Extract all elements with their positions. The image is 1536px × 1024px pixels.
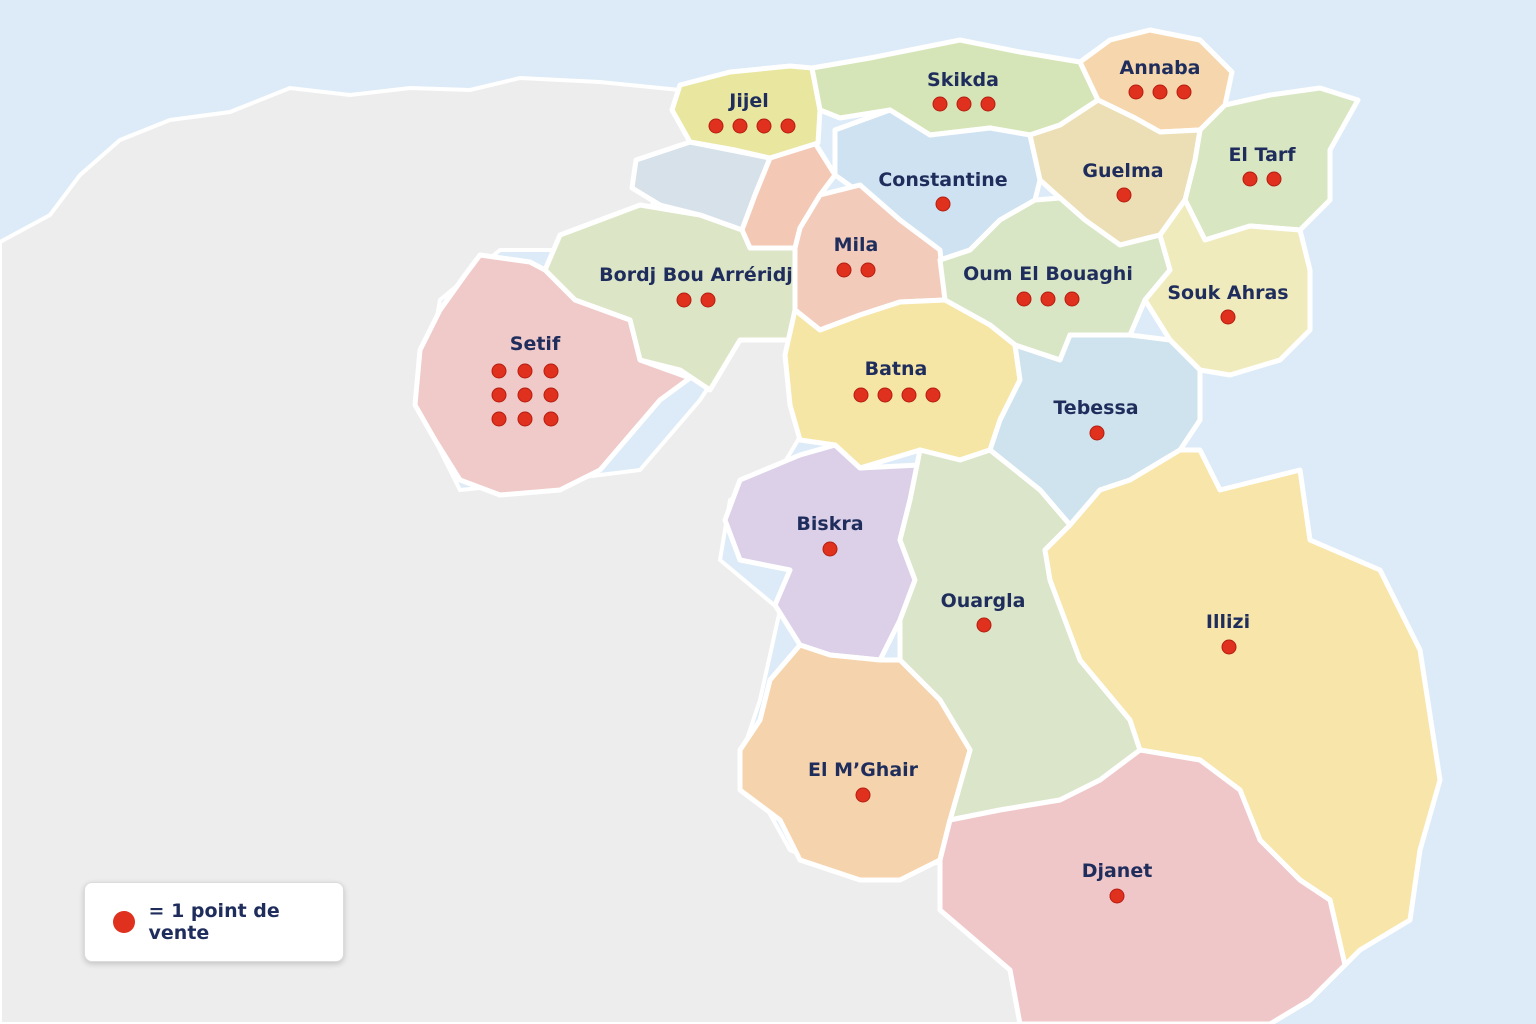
sales-point-dot-jijel-3 (756, 118, 772, 134)
label-batna: Batna (865, 358, 928, 380)
sales-point-dot-souk-ahras-1 (1220, 309, 1236, 325)
sales-point-dot-skikda-1 (932, 96, 948, 112)
sales-point-dot-oum-el-bouaghi-2 (1040, 291, 1056, 307)
label-ouargla: Ouargla (941, 590, 1026, 612)
sales-point-dot-batna-1 (853, 387, 869, 403)
sales-point-dot-setif-5 (517, 387, 533, 403)
sales-point-dot-skikda-2 (956, 96, 972, 112)
label-illizi: Illizi (1206, 611, 1250, 633)
sales-point-dot-setif-6 (543, 387, 559, 403)
label-constantine: Constantine (878, 169, 1007, 191)
sales-point-dot-el-tarf-1 (1242, 171, 1258, 187)
label-setif: Setif (510, 333, 561, 355)
legend-dot-icon (113, 911, 135, 933)
label-el-mghair: El M’Ghair (808, 759, 919, 781)
sales-point-dot-setif-8 (517, 411, 533, 427)
sales-point-dot-jijel-1 (708, 118, 724, 134)
sales-point-dot-oum-el-bouaghi-3 (1064, 291, 1080, 307)
label-guelma: Guelma (1082, 160, 1163, 182)
label-skikda: Skikda (927, 69, 999, 91)
sales-point-dot-bordj-bou-arreridj-1 (676, 292, 692, 308)
label-biskra: Biskra (796, 513, 863, 535)
sales-point-dot-setif-4 (491, 387, 507, 403)
sales-point-dot-annaba-2 (1152, 84, 1168, 100)
sales-point-dot-jijel-2 (732, 118, 748, 134)
sales-point-dot-constantine-1 (935, 196, 951, 212)
sales-point-dot-setif-2 (517, 363, 533, 379)
sales-point-dot-batna-4 (925, 387, 941, 403)
sales-point-dot-el-tarf-2 (1266, 171, 1282, 187)
legend: = 1 point de vente (84, 882, 344, 962)
sales-point-dot-setif-3 (543, 363, 559, 379)
region-jijel[interactable] (669, 63, 823, 161)
label-tebessa: Tebessa (1053, 397, 1138, 419)
sales-point-dot-setif-7 (491, 411, 507, 427)
label-djanet: Djanet (1082, 860, 1153, 882)
sales-point-dot-setif-9 (543, 411, 559, 427)
sales-point-dot-ouargla-1 (976, 617, 992, 633)
label-annaba: Annaba (1119, 57, 1200, 79)
sales-point-dot-illizi-1 (1221, 639, 1237, 655)
sales-point-dot-batna-2 (877, 387, 893, 403)
label-souk-ahras: Souk Ahras (1167, 282, 1288, 304)
sales-point-dot-skikda-3 (980, 96, 996, 112)
legend-text: = 1 point de vente (148, 900, 280, 944)
label-oum-el-bouaghi: Oum El Bouaghi (963, 263, 1133, 285)
sales-point-dot-mila-1 (836, 262, 852, 278)
map: Jijel Skikda Annaba El Tarf Constantine … (0, 0, 1536, 1024)
sales-point-dot-tebessa-1 (1089, 425, 1105, 441)
sales-point-dot-el-mghair-1 (855, 787, 871, 803)
sales-point-dot-oum-el-bouaghi-1 (1016, 291, 1032, 307)
label-el-tarf: El Tarf (1228, 144, 1296, 166)
sales-point-dot-guelma-1 (1116, 187, 1132, 203)
sales-point-dot-mila-2 (860, 262, 876, 278)
sales-point-dot-biskra-1 (822, 541, 838, 557)
sales-point-dot-jijel-4 (780, 118, 796, 134)
sales-point-dot-annaba-3 (1176, 84, 1192, 100)
sales-point-dot-annaba-1 (1128, 84, 1144, 100)
sales-point-dot-bordj-bou-arreridj-2 (700, 292, 716, 308)
sales-point-dot-batna-3 (901, 387, 917, 403)
label-mila: Mila (834, 234, 879, 256)
sales-point-dot-djanet-1 (1109, 888, 1125, 904)
label-jijel: Jijel (727, 90, 769, 112)
label-bordj-bou-arreridj: Bordj Bou Arréridj (599, 264, 793, 286)
sales-point-dot-setif-1 (491, 363, 507, 379)
